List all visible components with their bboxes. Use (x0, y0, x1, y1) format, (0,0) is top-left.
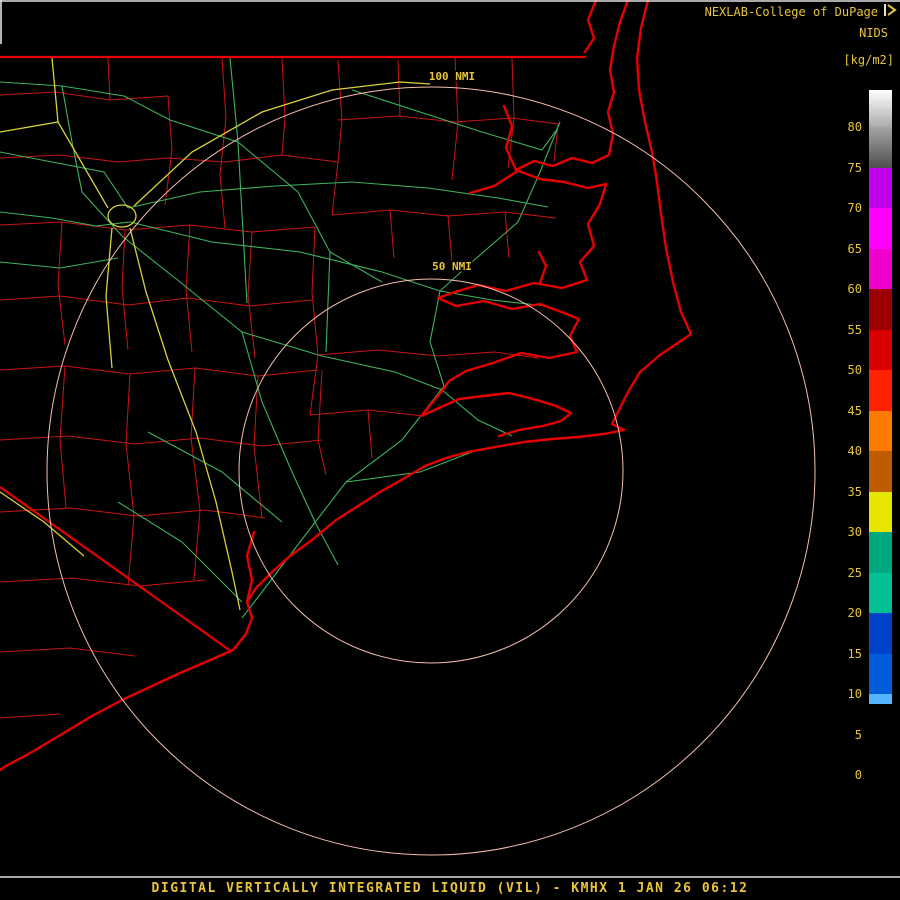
outer-banks-and-south-coast (0, 0, 693, 772)
scale-segment-75 (869, 167, 892, 208)
product-caption: DIGITAL VERTICALLY INTEGRATED LIQUID (VI… (151, 881, 749, 896)
scale-label-20: 20 (847, 606, 862, 620)
county-boundaries-layer (0, 57, 559, 719)
range-rings-layer (46, 86, 816, 856)
scale-segment-70 (869, 208, 892, 249)
nc-sc-border (0, 486, 233, 653)
cod-logo-icon (884, 4, 897, 16)
highways-yellow-layer (0, 57, 431, 611)
radar-display: 50 NMI 100 NMI NEXLAB-College of DuPage … (0, 0, 900, 900)
scale-segment-55 (869, 329, 892, 370)
scale-segment-35 (869, 491, 892, 532)
frame-lines (0, 0, 900, 878)
scale-segment-20 (869, 613, 892, 654)
scale-segment-15 (869, 653, 892, 694)
scale-segment-40 (869, 451, 892, 492)
coastline-layer (0, 0, 693, 772)
scale-segment-25 (869, 572, 892, 613)
scale-segment-85+ (869, 90, 892, 127)
pungo-river (537, 250, 548, 285)
scale-label-0: 0 (854, 768, 862, 782)
range-ring-label-50: 50 NMI (432, 260, 472, 273)
scale-segment-5 (869, 734, 892, 790)
scale-segment-80 (869, 127, 892, 168)
scale-label-30: 30 (847, 525, 862, 539)
scale-segment-60 (869, 289, 892, 330)
color-scale (869, 90, 892, 790)
scale-label-35: 35 (847, 484, 862, 499)
scale-label-50: 50 (847, 363, 862, 377)
scale-segment-50 (869, 370, 892, 411)
scale-label-55: 55 (847, 322, 862, 337)
state-borders-layer (0, 55, 586, 653)
product-code: NIDS (859, 26, 888, 40)
back-bay-shore (583, 0, 598, 54)
scale-segment-45 (869, 410, 892, 451)
scale-label-45: 45 (847, 403, 862, 418)
highways-green-layer (0, 57, 561, 619)
scale-label-70: 70 (847, 201, 862, 215)
map-canvas: 50 NMI 100 NMI (0, 0, 900, 878)
roanoke-river (468, 170, 518, 195)
scale-label-75: 75 (847, 160, 862, 175)
scale-segment-10 (869, 694, 892, 735)
scale-segment-30 (869, 532, 892, 573)
scale-label-80: 80 (847, 120, 862, 134)
scale-label-10: 10 (847, 687, 862, 701)
range-ring-label-100: 100 NMI (429, 70, 475, 83)
scale-label-65: 65 (847, 241, 862, 256)
scale-label-25: 25 (847, 565, 862, 580)
sounds-and-rivers-shoreline (419, 0, 630, 438)
range-ring-100nmi (46, 86, 816, 856)
color-scale-labels: 80 75 70 65 60 55 50 45 40 35 30 25 20 15 10 5 0 (832, 0, 862, 900)
scale-label-5: 5 (854, 727, 862, 742)
scale-label-60: 60 (847, 282, 862, 296)
scale-segment-65 (869, 248, 892, 289)
scale-label-15: 15 (847, 646, 862, 661)
raleigh-beltline-loop (107, 204, 137, 228)
scale-label-40: 40 (847, 444, 862, 458)
